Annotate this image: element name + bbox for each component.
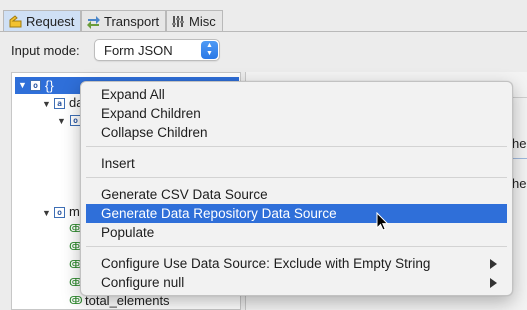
context-menu: Expand All Expand Children Collapse Chil…	[80, 81, 513, 296]
input-mode-label: Input mode:	[11, 43, 80, 58]
menu-item-configure-null[interactable]: Configure null	[86, 273, 507, 292]
submenu-arrow-icon	[490, 259, 497, 269]
select-arrows-icon: ▲ ▼	[201, 41, 218, 59]
panel-text-fragment: he	[512, 136, 527, 151]
tree-root-label: {}	[45, 78, 54, 93]
menu-item-generate-data-repository[interactable]: Generate Data Repository Data Source	[86, 204, 507, 223]
menu-item-populate[interactable]: Populate	[86, 223, 507, 242]
transport-icon	[86, 14, 101, 29]
expand-triangle-icon[interactable]: ▼	[42, 208, 51, 218]
expand-triangle-icon[interactable]: ▼	[18, 80, 27, 90]
menu-separator	[86, 246, 507, 247]
menu-item-expand-all[interactable]: Expand All	[86, 85, 507, 104]
menu-item-label: Configure Use Data Source: Exclude with …	[101, 256, 431, 271]
menu-item-generate-csv[interactable]: Generate CSV Data Source	[86, 185, 507, 204]
menu-separator	[86, 146, 507, 147]
tab-transport[interactable]: Transport	[81, 10, 166, 31]
mouse-cursor-icon	[376, 212, 389, 231]
submenu-arrow-icon	[490, 278, 497, 288]
input-mode-value: Form JSON	[104, 43, 173, 58]
panel-text-fragment: he	[512, 176, 527, 191]
tab-request-label: Request	[26, 13, 75, 29]
tab-request[interactable]: Request	[3, 10, 81, 31]
array-node-icon: a	[54, 98, 65, 109]
input-mode-select[interactable]: Form JSON ▲ ▼	[94, 39, 220, 61]
menu-item-label: Configure null	[101, 275, 185, 290]
tab-misc-label: Misc	[189, 13, 216, 29]
object-node-icon: o	[30, 80, 41, 91]
menu-item-insert[interactable]: Insert	[86, 154, 507, 173]
request-icon	[8, 14, 23, 29]
expand-triangle-icon[interactable]: ▼	[57, 116, 66, 126]
tab-transport-label: Transport	[104, 13, 160, 29]
leaf-node-icon: ↂ	[69, 294, 83, 307]
expand-triangle-icon[interactable]: ▼	[42, 99, 51, 109]
menu-item-collapse-children[interactable]: Collapse Children	[86, 123, 507, 142]
tree-node-label[interactable]: m	[69, 204, 80, 219]
object-node-icon: o	[54, 207, 65, 218]
tab-bar: Request Transport Misc	[0, 10, 527, 32]
misc-icon	[171, 14, 186, 29]
tab-underline	[0, 31, 527, 32]
menu-item-expand-children[interactable]: Expand Children	[86, 104, 507, 123]
menu-item-configure-use-data-source[interactable]: Configure Use Data Source: Exclude with …	[86, 254, 507, 273]
menu-separator	[86, 177, 507, 178]
tab-misc[interactable]: Misc	[166, 10, 223, 31]
